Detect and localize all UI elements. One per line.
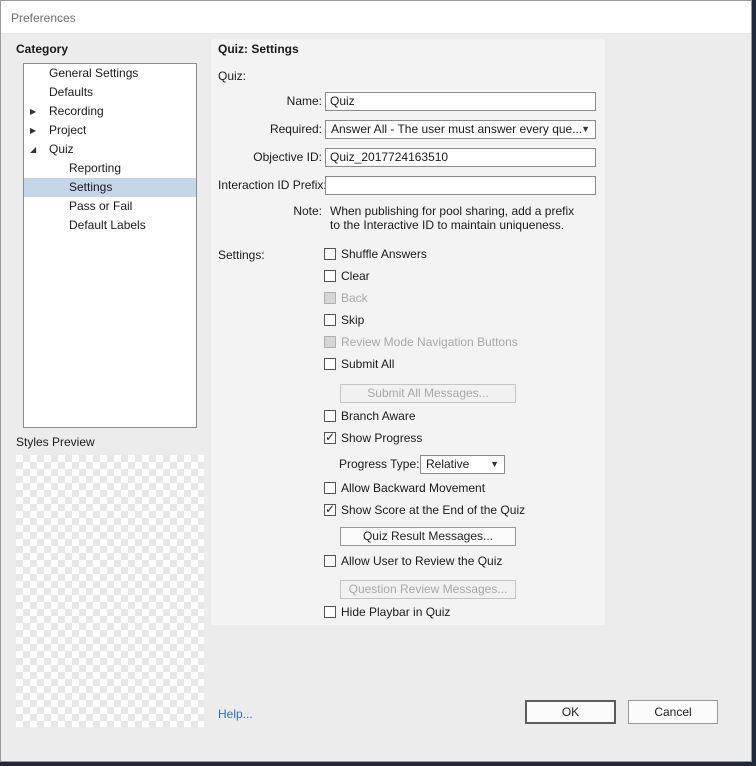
tree-item-default-labels[interactable]: Default Labels: [24, 216, 196, 235]
checkbox-box[interactable]: ✓: [324, 502, 336, 516]
tree-item-defaults[interactable]: Defaults: [24, 83, 196, 102]
checkbox-box[interactable]: [324, 482, 336, 494]
tree-item-label: Settings: [69, 180, 113, 194]
checkbox-box[interactable]: [324, 358, 336, 370]
required-value: Answer All - The user must answer every …: [331, 122, 583, 136]
tree-item-label: General Settings: [49, 66, 139, 80]
required-label: Required:: [269, 122, 322, 136]
tree-item-general-settings[interactable]: General Settings: [24, 64, 196, 83]
checkbox-box[interactable]: [324, 248, 336, 260]
tree-item-pass-or-fail[interactable]: Pass or Fail: [24, 197, 196, 216]
note-label: Note:: [293, 204, 322, 218]
checkbox-label: Allow User to Review the Quiz: [341, 554, 503, 568]
tree-item-label: Quiz: [49, 142, 74, 156]
checkbox-box[interactable]: [324, 606, 336, 618]
checkbox-label: Shuffle Answers: [341, 247, 427, 261]
tree-item-label: Pass or Fail: [69, 199, 133, 213]
checkmark-icon: ✓: [325, 430, 336, 444]
quiz-section-label: Quiz:: [218, 69, 247, 83]
progress-type-value: Relative: [426, 457, 470, 471]
submit-all-messages-button: Submit All Messages...: [340, 384, 516, 403]
tree-item-label: Reporting: [69, 161, 122, 175]
title-bar: Preferences: [1, 1, 751, 34]
checkbox-label: Clear: [341, 269, 370, 283]
objective-id-field[interactable]: Quiz_2017724163510: [325, 148, 596, 167]
name-label: Name:: [286, 94, 322, 108]
quiz-result-messages-button[interactable]: Quiz Result Messages...: [340, 527, 516, 546]
tree-item-quiz[interactable]: ◢ Quiz: [24, 140, 196, 159]
tree-item-label: Defaults: [49, 85, 94, 99]
checkbox-label: Skip: [341, 313, 365, 327]
tree-item-reporting[interactable]: Reporting: [24, 159, 196, 178]
checkbox-label: Show Score at the End of the Quiz: [341, 503, 526, 517]
progress-type-dropdown[interactable]: Relative ▼: [420, 455, 505, 474]
tree-item-settings[interactable]: Settings: [24, 178, 196, 197]
chevron-down-icon: ▼: [581, 124, 590, 134]
question-review-messages-button: Question Review Messages...: [340, 580, 516, 599]
page-title: Quiz: Settings: [218, 42, 299, 56]
checkbox-label: Allow Backward Movement: [341, 481, 486, 495]
checkbox-label: Branch Aware: [341, 409, 416, 423]
note-line: When publishing for pool sharing, add a …: [330, 204, 575, 218]
preferences-dialog: Preferences Category General Settings De…: [0, 0, 752, 762]
tree-item-label: Default Labels: [69, 218, 146, 232]
expand-arrow-icon[interactable]: ▶: [30, 102, 36, 121]
note-text: When publishing for pool sharing, add a …: [330, 204, 574, 232]
checkbox-label: Hide Playbar in Quiz: [341, 605, 451, 619]
interaction-id-prefix-field[interactable]: [325, 176, 596, 195]
checkbox-box: [324, 336, 336, 348]
note-line: to the Interactive ID to maintain unique…: [330, 218, 565, 232]
checkbox-box[interactable]: [324, 555, 336, 567]
styles-preview-heading: Styles Preview: [16, 435, 95, 449]
tree-item-project[interactable]: ▶ Project: [24, 121, 196, 140]
collapse-arrow-icon[interactable]: ◢: [30, 140, 36, 159]
category-heading: Category: [16, 42, 69, 56]
tree-item-label: Recording: [49, 104, 104, 118]
checkbox-box[interactable]: [324, 410, 336, 422]
checkmark-icon: ✓: [325, 502, 336, 516]
checkbox-box: [324, 292, 336, 304]
chevron-down-icon: ▼: [490, 459, 499, 469]
expand-arrow-icon[interactable]: ▶: [30, 121, 36, 140]
tree-item-recording[interactable]: ▶ Recording: [24, 102, 196, 121]
objective-id-label: Objective ID:: [253, 150, 322, 164]
ok-button[interactable]: OK: [525, 700, 616, 724]
name-field[interactable]: Quiz: [325, 92, 596, 111]
styles-preview-area: [16, 455, 204, 727]
settings-label: Settings:: [218, 248, 265, 262]
required-dropdown[interactable]: Answer All - The user must answer every …: [325, 120, 596, 139]
checkbox-label: Show Progress: [341, 431, 423, 445]
window-title: Preferences: [11, 11, 76, 25]
checkbox-box[interactable]: [324, 270, 336, 282]
checkbox-box[interactable]: [324, 314, 336, 326]
category-tree[interactable]: General Settings Defaults ▶ Recording ▶ …: [23, 63, 197, 428]
cancel-button[interactable]: Cancel: [628, 700, 718, 724]
checkbox-box[interactable]: ✓: [324, 430, 336, 444]
tree-item-label: Project: [49, 123, 87, 137]
interaction-id-prefix-label: Interaction ID Prefix:: [218, 178, 327, 192]
checkbox-label: Review Mode Navigation Buttons: [341, 335, 518, 349]
help-link[interactable]: Help...: [218, 707, 253, 721]
checkbox-label: Submit All: [341, 357, 395, 371]
progress-type-label: Progress Type:: [339, 457, 420, 471]
checkbox-label: Back: [341, 291, 368, 305]
